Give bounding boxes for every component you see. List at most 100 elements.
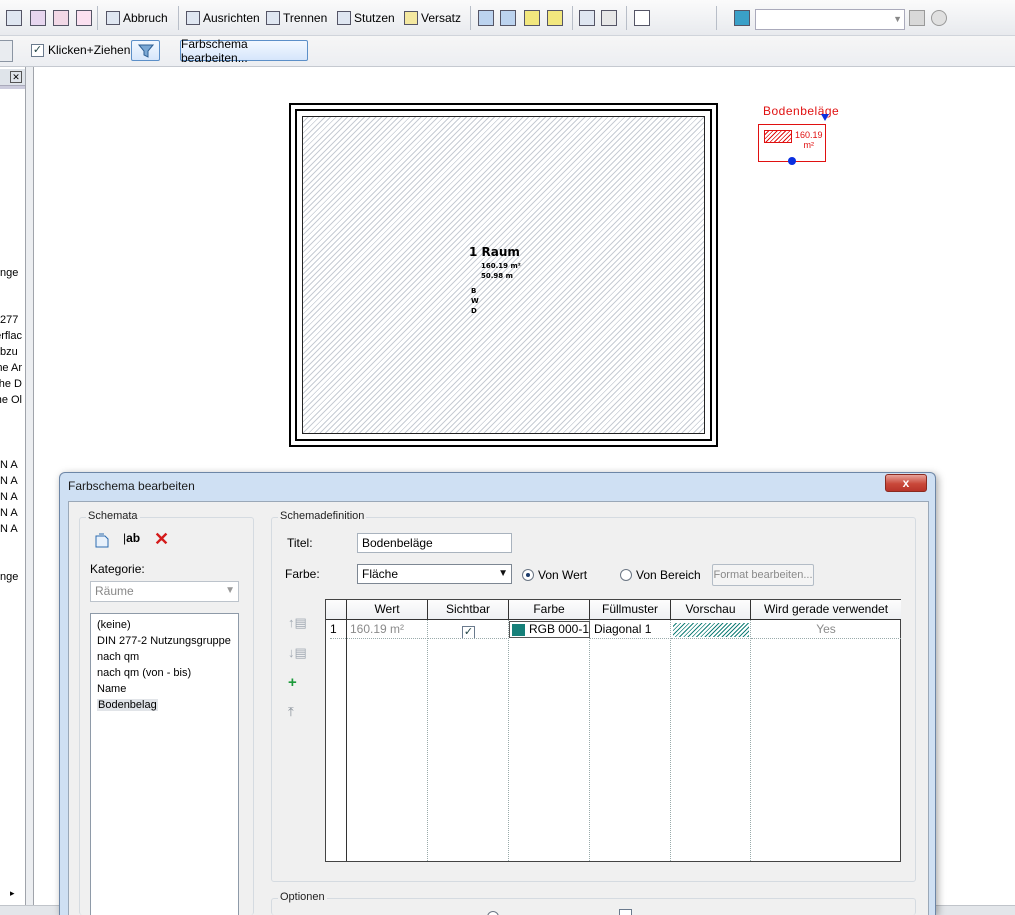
kategorie-select[interactable]: Räume ▼ [90, 581, 239, 602]
farbe-select[interactable]: Fläche ▼ [357, 564, 512, 584]
room-code: B [471, 287, 477, 295]
left-panel-text[interactable]: he D [0, 378, 22, 390]
column-header[interactable]: Füllmuster [590, 600, 671, 620]
list-item[interactable]: nach qm (von - bis) [91, 665, 238, 681]
arrange-4-button[interactable] [547, 8, 563, 28]
filter-button[interactable] [131, 40, 160, 61]
arrange-1-button[interactable] [478, 8, 494, 28]
measure-button[interactable] [634, 8, 650, 28]
von-wert-radio[interactable]: Von Wert [522, 568, 587, 582]
stutzen-button[interactable]: Stutzen [337, 8, 395, 28]
wert-cell[interactable]: 160.19 m² [347, 621, 428, 639]
left-panel-text[interactable]: N A [0, 491, 22, 503]
rename-button[interactable]: |ab [123, 531, 140, 545]
arrange-2-button[interactable] [500, 8, 516, 28]
add-row-icon[interactable]: + [288, 674, 297, 691]
paint-icon [30, 10, 46, 26]
farbschema-bearbeiten-button[interactable]: Farbschema bearbeiten... [180, 37, 308, 65]
room-perimeter: 50.98 m [481, 272, 513, 280]
tool-2-button[interactable] [30, 8, 46, 28]
list-item[interactable]: (keine) [91, 617, 238, 633]
column-header[interactable]: Vorschau [671, 600, 751, 620]
fuellmuster-cell[interactable]: Diagonal 1 [590, 621, 671, 639]
optionen-group-label: Optionen [278, 891, 327, 903]
left-panel-text[interactable]: nge [0, 267, 22, 279]
hammer-icon [106, 11, 120, 25]
bracket-icon [76, 10, 92, 26]
schema-table[interactable]: Wert Sichtbar Farbe Füllmuster Vorschau … [325, 599, 901, 862]
color-swatch [512, 623, 525, 636]
ausrichten-button[interactable]: Ausrichten [186, 8, 260, 28]
layer-1-button[interactable] [579, 8, 595, 28]
schemata-list[interactable]: (keine) DIN 277-2 Nutzungsgruppe nach qm… [90, 613, 239, 915]
tool-4-button[interactable] [76, 8, 92, 28]
left-panel-text[interactable]: 277 [0, 314, 22, 326]
delete-icon[interactable]: ✕ [154, 530, 169, 548]
move-down-icon[interactable]: ↓▤ [288, 645, 307, 661]
verwendet-cell: Yes [751, 621, 901, 639]
row-index: 1 [330, 621, 346, 639]
book-icon [53, 10, 69, 26]
arrange-3-button[interactable] [524, 8, 540, 28]
left-panel-text[interactable]: he Ar [0, 362, 22, 374]
image-button[interactable] [734, 8, 750, 28]
left-panel-text[interactable]: nge [0, 571, 22, 583]
left-panel-text[interactable]: N A [0, 459, 22, 471]
legend-handle-icon[interactable] [821, 114, 829, 121]
column-header[interactable]: Sichtbar [428, 600, 509, 620]
chevron-down-icon: ▼ [225, 585, 235, 596]
left-panel-text[interactable]: erflac [0, 330, 22, 342]
list-item[interactable]: Name [91, 681, 238, 697]
room-code: W [471, 297, 479, 305]
option-checkbox[interactable] [619, 909, 632, 915]
image-edit-icon [909, 10, 925, 26]
schemadefinition-group-label: Schemadefinition [278, 510, 367, 522]
list-item[interactable]: DIN 277-2 Nutzungsgruppe [91, 633, 238, 649]
move-up-icon[interactable]: ↑▤ [288, 615, 307, 631]
column-header[interactable]: Wird gerade verwendet [751, 600, 901, 620]
left-panel-text[interactable]: bzu [0, 346, 22, 358]
ausrichten-label: Ausrichten [203, 11, 260, 25]
layer-2-button[interactable] [601, 8, 617, 28]
panel-splitter[interactable] [26, 67, 34, 905]
list-item[interactable]: nach qm [91, 649, 238, 665]
left-panel-text[interactable]: N A [0, 507, 22, 519]
close-button[interactable]: x [885, 474, 927, 492]
list-item-selected[interactable]: Bodenbelag [91, 697, 238, 713]
left-panel-text[interactable]: N A [0, 475, 22, 487]
abbruch-button[interactable]: Abbruch [106, 8, 168, 28]
farbe-cell-value: RGB 000-1 [528, 622, 589, 636]
titel-input[interactable]: Bodenbeläge [357, 533, 512, 553]
column-header[interactable]: Farbe [509, 600, 590, 620]
kategorie-label: Kategorie: [90, 562, 145, 576]
remove-row-icon[interactable]: ⤒ [288, 704, 294, 720]
panel-toggle-button[interactable] [0, 40, 13, 62]
tool-3-button[interactable] [53, 8, 69, 28]
toolbar-combo[interactable]: ▼ [755, 9, 905, 30]
new-document-icon [95, 533, 109, 548]
trennen-button[interactable]: Trennen [266, 8, 327, 28]
sichtbar-checkbox[interactable]: ✓ [462, 626, 475, 638]
settings-button[interactable] [931, 8, 947, 28]
titel-label: Titel: [287, 536, 313, 550]
kategorie-value: Räume [95, 584, 134, 598]
legend-anchor-handle[interactable] [788, 157, 796, 165]
left-panel: ✕ nge 277 erflac bzu he Ar he D he Ol N … [0, 67, 26, 905]
left-panel-text[interactable]: he Ol [0, 394, 22, 406]
format-bearbeiten-button[interactable]: Format bearbeiten... [712, 564, 814, 586]
close-icon[interactable]: ✕ [10, 71, 22, 83]
von-bereich-radio[interactable]: Von Bereich [620, 568, 701, 582]
klicken-ziehen-toggle[interactable]: ✓ Klicken+Ziehen [31, 43, 130, 57]
farbe-value: Fläche [362, 567, 399, 581]
new-scheme-button[interactable] [94, 533, 110, 552]
left-panel-text[interactable]: N A [0, 523, 22, 535]
versatz-button[interactable]: Versatz [404, 8, 461, 28]
image-edit-button[interactable] [909, 8, 925, 28]
column-header[interactable]: Wert [347, 600, 428, 620]
radio-selected-icon [522, 569, 534, 581]
secondary-toolbar: ✓ Klicken+Ziehen Farbschema bearbeiten..… [0, 36, 1015, 67]
sichtbar-cell[interactable]: ✓ [428, 621, 509, 639]
scroll-right-icon[interactable]: ▸ [10, 888, 15, 899]
farbe-cell[interactable]: RGB 000-1 [509, 621, 590, 638]
tool-1-button[interactable] [6, 8, 22, 28]
